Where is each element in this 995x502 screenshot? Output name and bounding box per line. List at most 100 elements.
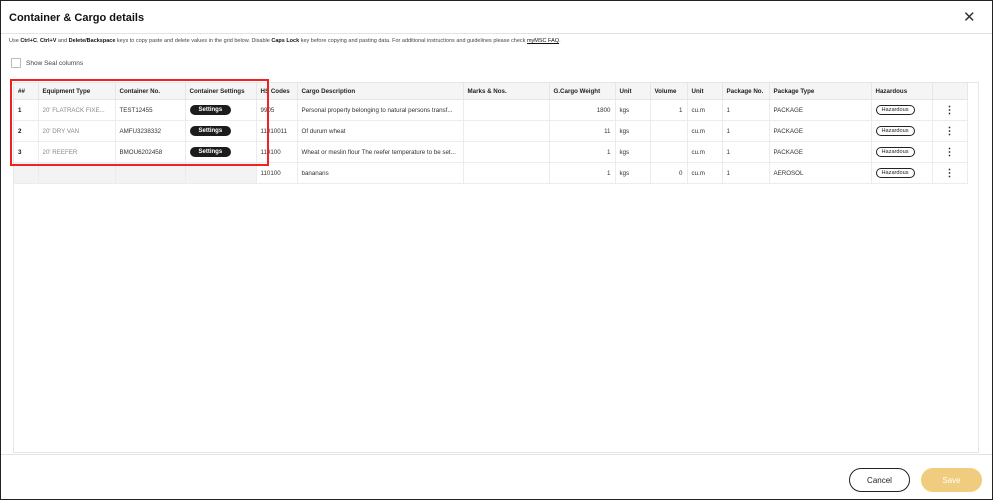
equipment-type-cell[interactable]: 20' REEFER [38, 141, 116, 163]
info-text: keys to copy paste and delete values in … [115, 38, 272, 44]
container-no-cell[interactable]: BMOU6202458 [115, 141, 186, 163]
col-header-hs-codes: HS Codes [256, 83, 298, 100]
cargo-grid: ## Equipment Type Container No. Containe… [13, 82, 979, 453]
info-text: key before copying and pasting data. For… [299, 38, 527, 44]
row-index: 3 [14, 141, 39, 163]
cargo-description-cell[interactable]: Of durum wheat [297, 120, 464, 142]
col-header-package-type: Package Type [769, 83, 872, 100]
col-header-container-settings: Container Settings [185, 83, 257, 100]
hazardous-cell: Hazardous [871, 162, 933, 184]
col-header-package-no: Package No. [722, 83, 770, 100]
package-type-cell[interactable]: AEROSOL [769, 162, 872, 184]
row-index: 1 [14, 99, 39, 121]
marks-cell[interactable] [463, 141, 550, 163]
settings-button[interactable]: Settings [189, 147, 232, 157]
col-header-index: ## [14, 83, 39, 100]
col-header-container-no: Container No. [115, 83, 186, 100]
info-key-ctrl-c: Ctrl+C [20, 38, 37, 44]
cargo-description-cell[interactable]: Wheat or meslin flour The reefer tempera… [297, 141, 464, 163]
equipment-type-cell [38, 162, 116, 184]
container-no-cell[interactable]: TEST12455 [115, 99, 186, 121]
package-no-cell[interactable]: 1 [722, 99, 770, 121]
col-header-volume: Volume [650, 83, 688, 100]
container-no-cell[interactable]: AMFU3238332 [115, 120, 186, 142]
table-header-row: ## Equipment Type Container No. Containe… [14, 83, 968, 100]
kebab-menu-icon[interactable]: ⋮ [932, 120, 968, 142]
kebab-menu-icon[interactable]: ⋮ [932, 141, 968, 163]
close-icon[interactable]: ✕ [963, 10, 976, 26]
hs-code-cell[interactable]: 110100 [256, 162, 298, 184]
settings-button[interactable]: Settings [189, 105, 232, 115]
volume-unit-cell[interactable]: cu.m [687, 99, 723, 121]
table-row: 110100 bananans 1 kgs 0 cu.m 1 AEROSOL H… [14, 162, 968, 184]
weight-cell[interactable]: 1 [549, 141, 616, 163]
hazardous-button[interactable]: Hazardous [875, 105, 915, 115]
row-index: 2 [14, 120, 39, 142]
package-type-cell[interactable]: PACKAGE [769, 99, 872, 121]
kebab-menu-icon[interactable]: ⋮ [932, 99, 968, 121]
cancel-button[interactable]: Cancel [849, 468, 910, 492]
settings-button[interactable]: Settings [189, 126, 232, 136]
col-header-weight-unit: Unit [615, 83, 651, 100]
volume-unit-cell[interactable]: cu.m [687, 162, 723, 184]
weight-unit-cell[interactable]: kgs [615, 162, 651, 184]
info-text: . [559, 38, 561, 44]
dialog-title: Container & Cargo details [9, 12, 145, 24]
instructions-text: Use Ctrl+C, Ctrl+V and Delete/Backspace … [9, 38, 561, 44]
hazardous-button[interactable]: Hazardous [875, 126, 915, 136]
equipment-type-cell[interactable]: 20' FLATRACK FIXE... [38, 99, 116, 121]
info-key-caps-lock: Caps Lock [271, 38, 300, 44]
container-settings-cell: Settings [185, 99, 257, 121]
weight-cell[interactable]: 11 [549, 120, 616, 142]
weight-unit-cell[interactable]: kgs [615, 141, 651, 163]
seal-columns-label: Show Seal columns [26, 59, 84, 67]
table-row: 3 20' REEFER BMOU6202458 Settings 110100… [14, 141, 968, 163]
cargo-description-cell[interactable]: Personal property belonging to natural p… [297, 99, 464, 121]
col-header-hazardous: Hazardous [871, 83, 933, 100]
cargo-description-cell[interactable]: bananans [297, 162, 464, 184]
col-header-equipment-type: Equipment Type [38, 83, 116, 100]
volume-unit-cell[interactable]: cu.m [687, 141, 723, 163]
package-no-cell[interactable]: 1 [722, 141, 770, 163]
package-type-cell[interactable]: PACKAGE [769, 120, 872, 142]
cargo-table: ## Equipment Type Container No. Containe… [14, 83, 968, 184]
table-row: 2 20' DRY VAN AMFU3238332 Settings 11010… [14, 120, 968, 142]
hs-code-cell[interactable]: 11010011 [256, 120, 298, 142]
volume-cell[interactable] [650, 141, 688, 163]
weight-cell[interactable]: 1800 [549, 99, 616, 121]
col-header-marks: Marks & Nos. [463, 83, 550, 100]
volume-cell[interactable]: 0 [650, 162, 688, 184]
package-no-cell[interactable]: 1 [722, 162, 770, 184]
info-key-delete: Delete/Backspace [68, 38, 116, 44]
seal-columns-checkbox[interactable] [11, 58, 21, 68]
save-button[interactable]: Save [921, 468, 982, 492]
hs-code-cell[interactable]: 110100 [256, 141, 298, 163]
col-header-cargo-description: Cargo Description [297, 83, 464, 100]
container-no-cell [115, 162, 186, 184]
hazardous-button[interactable]: Hazardous [875, 147, 915, 157]
table-row: 1 20' FLATRACK FIXE... TEST12455 Setting… [14, 99, 968, 121]
faq-link[interactable]: myMSC FAQ [527, 38, 559, 44]
weight-unit-cell[interactable]: kgs [615, 99, 651, 121]
package-type-cell[interactable]: PACKAGE [769, 141, 872, 163]
header-divider [1, 33, 992, 34]
weight-cell[interactable]: 1 [549, 162, 616, 184]
volume-unit-cell[interactable]: cu.m [687, 120, 723, 142]
package-no-cell[interactable]: 1 [722, 120, 770, 142]
marks-cell[interactable] [463, 162, 550, 184]
marks-cell[interactable] [463, 99, 550, 121]
seal-columns-toggle[interactable]: Show Seal columns [11, 58, 83, 68]
col-header-volume-unit: Unit [687, 83, 723, 100]
equipment-type-cell[interactable]: 20' DRY VAN [38, 120, 116, 142]
info-text: Use [9, 38, 21, 44]
hazardous-button[interactable]: Hazardous [875, 168, 915, 178]
info-key-ctrl-v: Ctrl+V [40, 38, 57, 44]
marks-cell[interactable] [463, 120, 550, 142]
volume-cell[interactable]: 1 [650, 99, 688, 121]
weight-unit-cell[interactable]: kgs [615, 120, 651, 142]
dialog: Container & Cargo details ✕ Use Ctrl+C, … [0, 0, 993, 500]
hazardous-cell: Hazardous [871, 141, 933, 163]
hs-code-cell[interactable]: 9905 [256, 99, 298, 121]
volume-cell[interactable] [650, 120, 688, 142]
kebab-menu-icon[interactable]: ⋮ [932, 162, 968, 184]
